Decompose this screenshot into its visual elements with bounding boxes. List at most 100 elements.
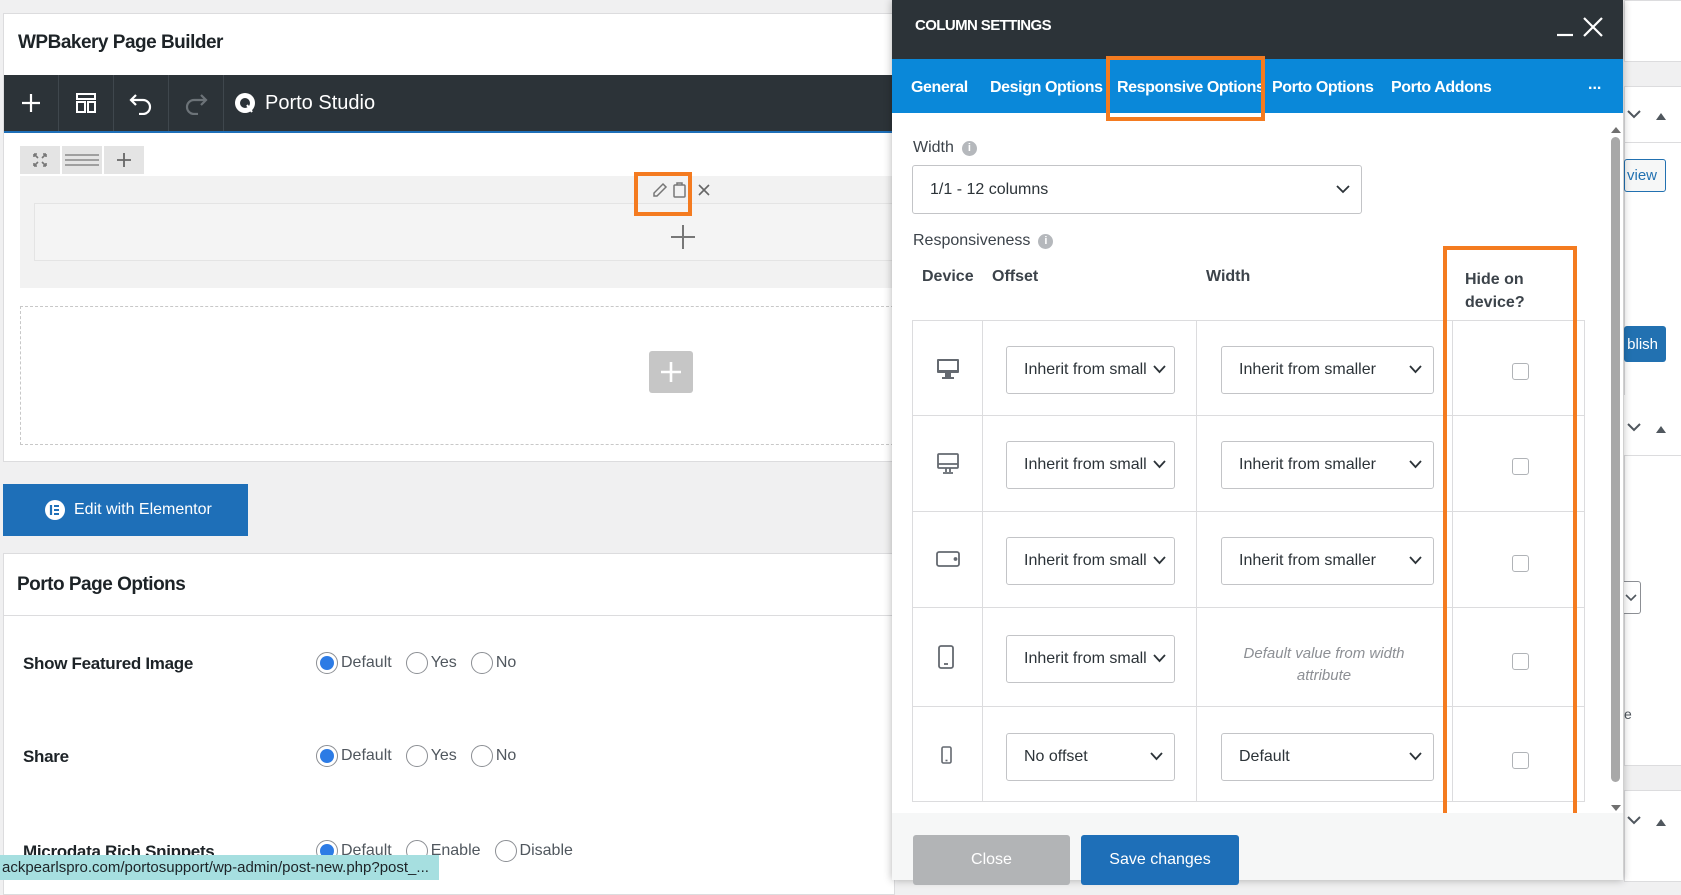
chevron-down-icon	[1153, 365, 1166, 374]
divider	[4, 615, 894, 616]
radio-yes[interactable]: Yes	[405, 652, 457, 674]
header-offset: Offset	[992, 268, 1039, 285]
plus-icon	[22, 94, 40, 112]
radio-default[interactable]: Default	[316, 745, 392, 767]
delete-column-button[interactable]	[697, 183, 711, 202]
width-default-note: Default value from width attribute	[1243, 645, 1405, 684]
table-divider	[982, 321, 983, 801]
radio-no[interactable]: No	[470, 652, 516, 674]
builder-toolbar: Porto Studio	[4, 75, 894, 133]
redo-button[interactable]	[169, 75, 224, 131]
templates-button[interactable]	[59, 75, 114, 131]
radio-control[interactable]	[494, 840, 517, 862]
chevron-down-icon	[1336, 184, 1350, 193]
radio-control[interactable]	[316, 745, 338, 767]
chevron-down-icon	[1153, 460, 1166, 469]
row-move-handle[interactable]	[20, 146, 60, 174]
modal-title: COLUMN SETTINGS	[915, 17, 1052, 34]
empty-row-dropzone	[20, 306, 894, 445]
row-layout-button[interactable]	[62, 146, 102, 174]
width-select-large-desktop[interactable]: Inherit from smaller	[1221, 346, 1434, 394]
tab-general[interactable]: General	[911, 79, 968, 97]
tabs-more-button[interactable]: ...	[1588, 76, 1601, 94]
tab-porto-addons[interactable]: Porto Addons	[1391, 79, 1492, 97]
minimize-button[interactable]	[1555, 18, 1575, 43]
chevron-up-icon[interactable]	[1655, 421, 1667, 439]
row-add-button[interactable]	[104, 146, 144, 174]
edit-with-elementor-button[interactable]: Edit with Elementor	[3, 484, 248, 536]
undo-button[interactable]	[114, 75, 169, 131]
plus-icon	[661, 362, 681, 382]
column-container[interactable]	[34, 203, 894, 261]
select-fragment[interactable]	[1624, 581, 1641, 614]
clone-column-button[interactable]	[672, 181, 687, 203]
add-element-to-column-button[interactable]	[670, 224, 696, 255]
add-row-button[interactable]	[649, 351, 693, 393]
radio-control[interactable]	[470, 652, 493, 674]
plus-icon	[117, 153, 131, 167]
close-button[interactable]: Close	[913, 835, 1070, 885]
featured-image-radio-group: Default Yes No	[316, 652, 530, 674]
width-label: Width i	[913, 139, 977, 157]
tab-porto-options[interactable]: Porto Options	[1272, 79, 1374, 97]
width-select-mobile[interactable]: Default	[1221, 733, 1434, 781]
active-tab-highlight	[1106, 56, 1265, 121]
offset-select-tablet-portrait[interactable]: Inherit from small	[1006, 635, 1175, 683]
redo-icon	[185, 94, 208, 115]
browser-status-url: ackpearlspro.com/portosupport/wp-admin/p…	[0, 855, 439, 880]
porto-logo-icon	[235, 93, 255, 113]
undo-icon	[129, 94, 152, 115]
monitor-large-icon	[936, 358, 960, 382]
close-modal-button[interactable]	[1582, 16, 1604, 43]
sidebar-text-fragment: e	[1624, 706, 1632, 722]
pencil-icon	[653, 182, 668, 197]
radio-control[interactable]	[405, 745, 428, 767]
width-select-tablet-landscape[interactable]: Inherit from smaller	[1221, 537, 1434, 585]
chevron-down-icon	[1153, 556, 1166, 565]
chevron-down-icon[interactable]	[1626, 107, 1642, 125]
close-icon	[1583, 17, 1603, 37]
width-select-desktop[interactable]: Inherit from smaller	[1221, 441, 1434, 489]
tab-design-options[interactable]: Design Options	[990, 79, 1103, 97]
chevron-down-icon	[1409, 752, 1422, 761]
chevron-down-icon[interactable]	[1626, 813, 1642, 831]
edit-column-button[interactable]	[652, 182, 668, 203]
offset-select-tablet-landscape[interactable]: Inherit from small	[1006, 537, 1175, 585]
radio-no[interactable]: No	[470, 745, 516, 767]
offset-select-large-desktop[interactable]: Inherit from small	[1006, 346, 1175, 394]
radio-default[interactable]: Default	[316, 652, 392, 674]
publish-button[interactable]: blish	[1624, 326, 1666, 362]
radio-yes[interactable]: Yes	[405, 745, 457, 767]
layout-icon	[76, 93, 96, 113]
chevron-up-icon[interactable]	[1655, 108, 1667, 126]
wpbakery-title: WPBakery Page Builder	[18, 32, 223, 53]
header-width: Width	[1206, 268, 1251, 285]
hide-column-highlight	[1443, 246, 1577, 821]
offset-select-desktop[interactable]: Inherit from small	[1006, 441, 1175, 489]
elementor-icon	[44, 499, 66, 521]
chevron-up-icon[interactable]	[1655, 814, 1667, 832]
offset-select-mobile[interactable]: No offset	[1006, 733, 1175, 781]
chevron-down-icon	[1409, 556, 1422, 565]
chevron-down-icon[interactable]	[1626, 420, 1642, 438]
add-element-button[interactable]	[4, 75, 59, 131]
clone-icon	[673, 182, 686, 198]
move-icon	[33, 153, 47, 167]
save-changes-button[interactable]: Save changes	[1081, 835, 1239, 885]
close-icon	[698, 184, 710, 196]
radio-control[interactable]	[405, 652, 428, 674]
radio-control[interactable]	[470, 745, 493, 767]
scrollbar-thumb[interactable]	[1611, 137, 1620, 782]
option-label-featured-image: Show Featured Image	[23, 654, 194, 673]
plus-icon	[671, 225, 695, 249]
info-icon[interactable]: i	[1038, 233, 1054, 249]
preview-button[interactable]: view	[1624, 159, 1666, 192]
info-icon[interactable]: i	[961, 140, 977, 156]
porto-studio-button[interactable]: Porto Studio	[233, 75, 375, 131]
mobile-icon	[936, 745, 960, 769]
tablet-portrait-icon	[936, 645, 960, 669]
width-select[interactable]: 1/1 - 12 columns	[912, 165, 1362, 214]
radio-disable[interactable]: Disable	[494, 840, 573, 862]
chevron-down-icon	[1409, 365, 1422, 374]
radio-control[interactable]	[316, 652, 338, 674]
